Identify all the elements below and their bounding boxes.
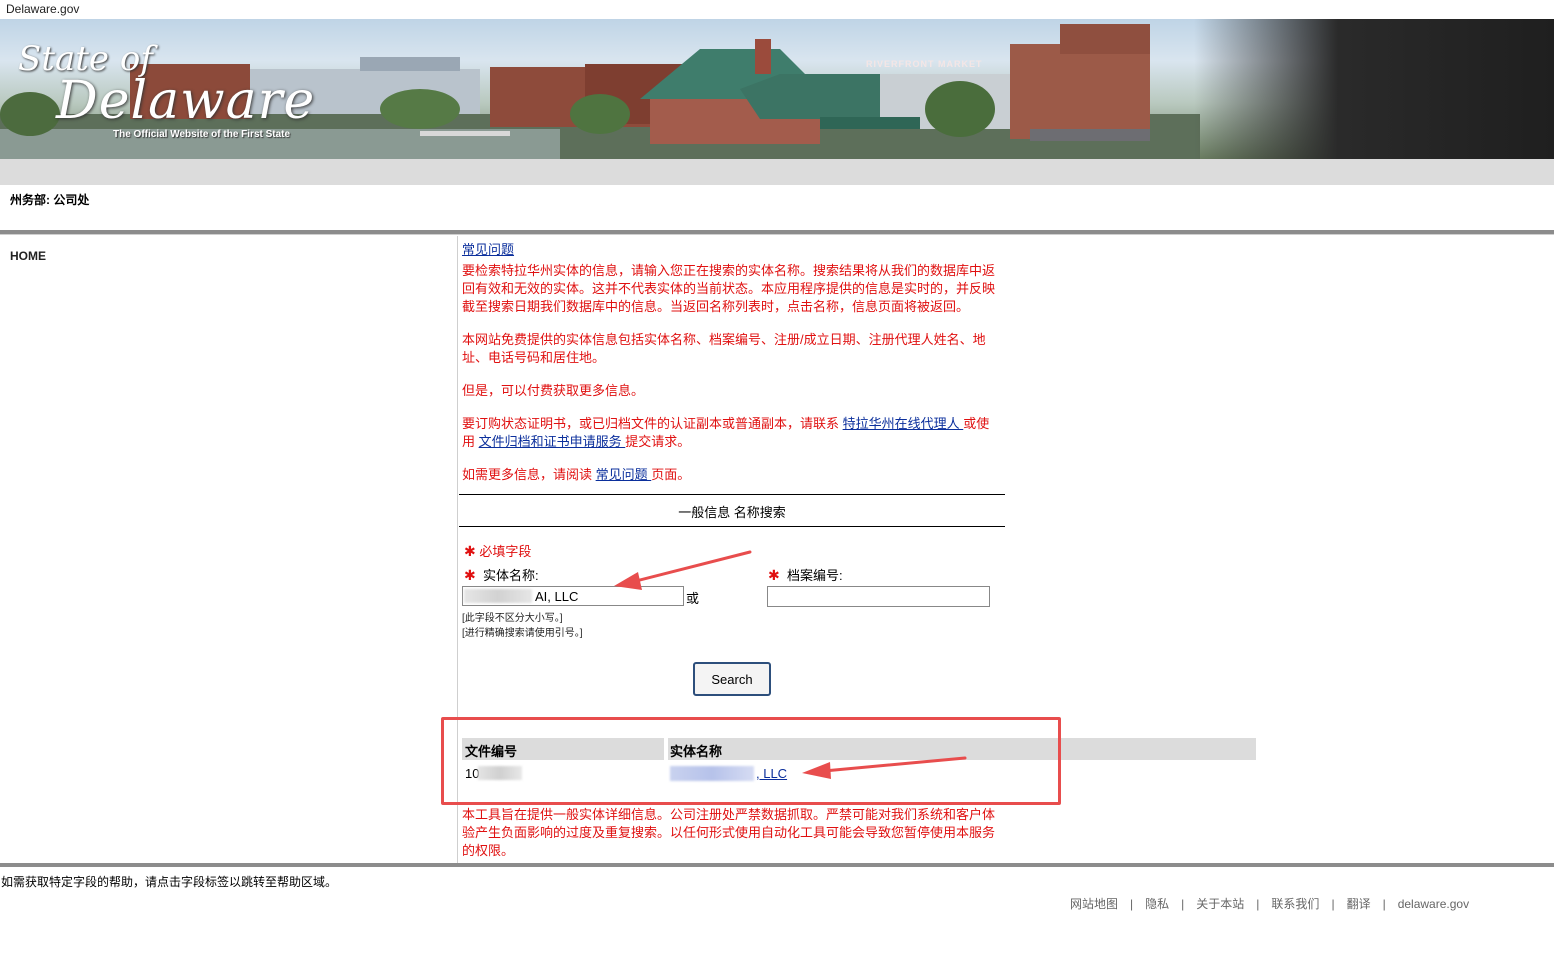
faq-link[interactable]: 常见问题 [462,239,514,258]
footer-sitemap-link[interactable]: 网站地图 [1070,897,1118,911]
search-button[interactable]: Search [693,662,771,696]
divider-top-thin [0,234,1554,235]
intro-paragraph-5: 如需更多信息，请阅读 常见问题 页面。 [462,466,1002,484]
required-label: 必填字段 [479,544,532,559]
footer-separator: | [1130,897,1134,911]
browser-top-bar: Delaware.gov [0,0,1554,19]
intro-paragraph-4: 要订购状态证明书，或已归档文件的认证副本或普通副本，请联系 特拉华州在线代理人 … [462,415,1002,451]
intro-paragraph-1: 要检索特拉华州实体的信息，请输入您正在搜索的实体名称。搜索结果将从我们的数据库中… [462,263,996,314]
online-agents-link[interactable]: 特拉华州在线代理人 [843,416,964,431]
faq-link-inline[interactable]: 常见问题 [596,467,652,482]
p4-text-after: 提交请求。 [625,434,691,449]
footer-separator: | [1382,897,1386,911]
department-heading: 州务部: 公司处 [10,193,90,207]
footer-about-link[interactable]: 关于本站 [1196,897,1244,911]
required-note: ✱ 必填字段 [464,542,531,561]
hint-exact-search: [进行精确搜索请使用引号。] [462,628,583,639]
intro-paragraph-2: 本网站免费提供的实体信息包括实体名称、档案编号、注册/成立日期、注册代理人姓名、… [462,332,986,365]
header-banner: State of Delaware The Official Website o… [0,19,1554,159]
filing-service-link[interactable]: 文件归档和证书申请服务 [479,434,626,449]
or-label: 或 [686,591,700,606]
home-link[interactable]: HOME [10,249,46,263]
required-star-icon: ✱ [464,567,476,583]
search-section-title: 一般信息 名称搜索 [678,505,786,520]
arrow-to-entity-name-icon [614,550,752,590]
divider-bottom [0,863,1554,867]
p5-text-after: 页面。 [651,467,691,482]
p5-text-before: 如需更多信息，请阅读 [462,467,596,482]
section-divider-bottom [459,526,1005,527]
logo-delaware[interactable]: Delaware [56,71,315,131]
footer-separator: | [1181,897,1185,911]
file-number-label-text[interactable]: 档案编号: [787,568,843,583]
footer-delaware-gov-link[interactable]: delaware.gov [1398,897,1469,911]
required-star-icon: ✱ [464,543,476,559]
site-title: Delaware.gov [6,2,80,16]
entity-name-label[interactable]: ✱ 实体名称: [464,565,539,584]
file-number-label[interactable]: ✱ 档案编号: [768,565,843,584]
section-divider-top [459,494,1005,495]
footer-links: 网站地图 | 隐私 | 关于本站 | 联系我们 | 翻译 | delaware.gov [1070,895,1469,912]
file-number-input[interactable] [767,586,990,607]
field-help-text: 如需获取特定字段的帮助，请点击字段标签以跳转至帮助区域。 [1,875,338,889]
hint-case-insensitive: [此字段不区分大小写。] [462,613,563,624]
entity-name-label-text[interactable]: 实体名称: [483,568,539,583]
arrow-to-result-icon [802,756,967,779]
footer-separator: | [1331,897,1335,911]
footer-privacy-link[interactable]: 隐私 [1145,897,1169,911]
scraping-disclaimer: 本工具旨在提供一般实体详细信息。公司注册处严禁数据抓取。严禁可能对我们系统和客户… [462,807,996,858]
logo-tagline: The Official Website of the First State [113,129,291,140]
footer-separator: | [1256,897,1260,911]
footer-contact-link[interactable]: 联系我们 [1271,897,1319,911]
nav-strip [0,159,1554,185]
required-star-icon: ✱ [768,567,780,583]
intro-paragraph-3: 但是，可以付费获取更多信息。 [462,383,645,398]
market-sign: RIVERFRONT MARKET [866,59,983,69]
p4-text-before: 要订购状态证明书，或已归档文件的认证副本或普通副本，请联系 [462,416,843,431]
footer-translate-link[interactable]: 翻译 [1347,897,1371,911]
redacted-entity-name [464,589,532,603]
banner-dark-fade [1194,19,1554,159]
